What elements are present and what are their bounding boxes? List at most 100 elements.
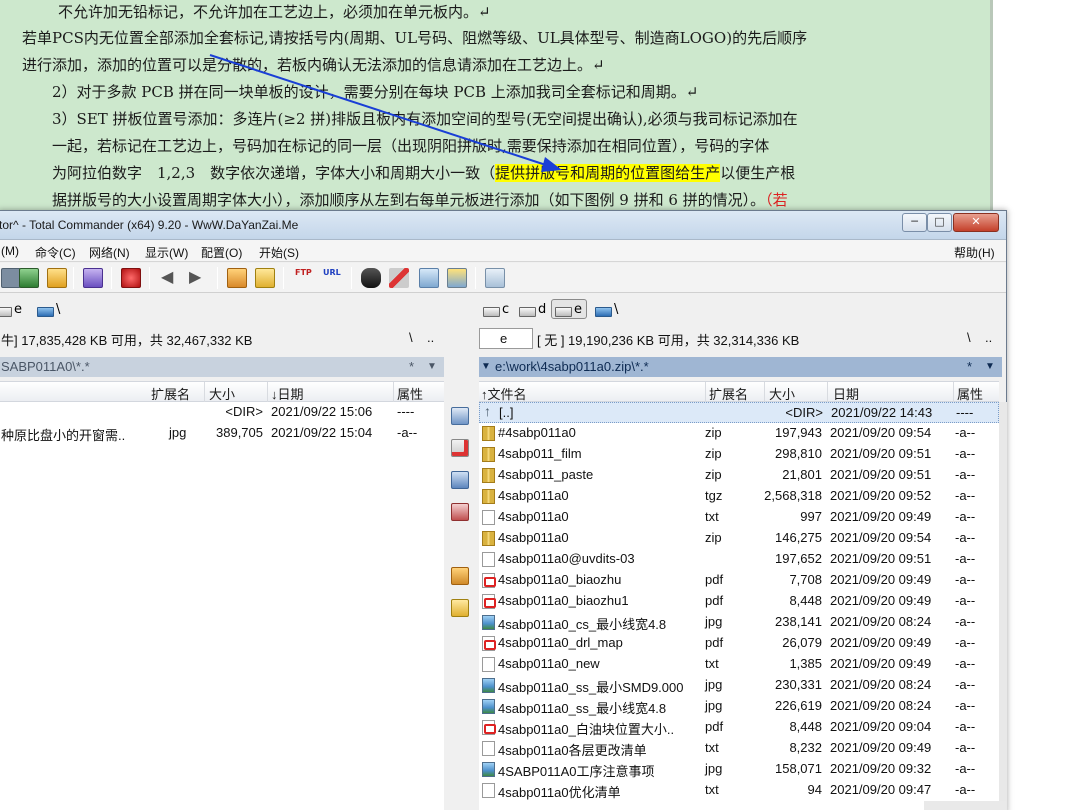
right-up-button[interactable]: .. (985, 330, 992, 345)
menu-mark[interactable]: (M) (1, 244, 19, 258)
search-icon[interactable] (361, 268, 381, 288)
file-ext: jpg (705, 698, 723, 713)
left-drive-e[interactable]: e (0, 299, 27, 319)
file-row[interactable]: 4SABP011A0工序注意事项 jpg 158,071 2021/09/20 09:… (479, 759, 999, 780)
file-attr: -a-- (955, 551, 976, 566)
left-path-bar[interactable]: SABP011A0\*.* * ▼ (0, 357, 444, 377)
right-header-attr[interactable]: 属性 (957, 384, 983, 403)
right-header-name[interactable]: ↑文件名 (481, 384, 527, 403)
sync-icon[interactable] (447, 268, 467, 288)
total-commander-window: tor^ - Total Commander (x64) 9.20 - WwW.… (0, 210, 1007, 810)
left-network-root[interactable]: \ (33, 299, 65, 319)
right-header-date[interactable]: 日期 (833, 384, 859, 403)
right-drive-combo[interactable]: e (479, 328, 533, 349)
right-root-button[interactable]: \ (967, 330, 971, 345)
forward-icon[interactable]: ▶ (189, 268, 209, 288)
copy-icon[interactable] (451, 471, 469, 489)
unpack-icon[interactable] (255, 268, 275, 288)
toolbar-separator (351, 267, 352, 289)
file-row[interactable]: 4sabp011a0 zip 146,275 2021/09/20 09:54 -a-- (479, 528, 999, 549)
right-header-size[interactable]: 大小 (769, 384, 795, 403)
left-header-attr[interactable]: 属性 (397, 384, 423, 403)
minimize-button[interactable]: ─ (902, 213, 927, 232)
refresh-icon[interactable] (1, 268, 21, 288)
ftp-icon[interactable]: FTP (295, 268, 315, 288)
menu-help[interactable]: 帮助(H) (954, 244, 995, 261)
select-icon[interactable] (121, 268, 141, 288)
menu-configuration[interactable]: 配置(O) (201, 244, 242, 261)
right-drive-d[interactable]: d (515, 299, 551, 319)
header-separator[interactable] (267, 382, 268, 402)
left-root-button[interactable]: \ (409, 330, 413, 345)
right-network-root[interactable]: \ (591, 299, 623, 319)
file-row[interactable]: 4sabp011a0_drl_map pdf 26,079 2021/09/20 09… (479, 633, 999, 654)
file-row[interactable]: 4sabp011a0_biaozhu1 pdf 8,448 2021/09/20 09… (479, 591, 999, 612)
header-separator[interactable] (953, 382, 954, 402)
up-file-icon (483, 403, 496, 421)
right-path-bar[interactable]: ▼ e:\work\4sabp011a0.zip\*.* * ▼ (479, 357, 1002, 377)
file-row[interactable]: <DIR> 2021/09/22 15:06 ---- (0, 402, 444, 423)
pack-icon[interactable] (227, 268, 247, 288)
file-row[interactable]: 4sabp011a0优化清单 txt 94 2021/09/20 09:47 -a-- (479, 780, 999, 801)
right-drive-e[interactable]: e (551, 299, 587, 319)
menu-start[interactable]: 开始(S) (259, 244, 299, 261)
file-row[interactable]: 4sabp011a0_ss_最小SMD9.000 jpg 230,331 2021/0… (479, 675, 999, 696)
new-folder-icon[interactable] (451, 599, 469, 617)
file-row[interactable]: 4sabp011a0@uvdits-03 197,652 2021/09/20 09… (479, 549, 999, 570)
left-header-date[interactable]: ↓日期 (271, 384, 304, 403)
file-row[interactable]: 4sabp011a0 txt 997 2021/09/20 09:49 -a-- (479, 507, 999, 528)
file-name: 4sabp011a0_白油块位置大小.. (498, 722, 675, 737)
file-row[interactable]: 4sabp011_paste zip 21,801 2021/09/20 09:51 -… (479, 465, 999, 486)
file-row[interactable]: 4sabp011a0_biaozhu pdf 7,708 2021/09/20 09:… (479, 570, 999, 591)
left-history-dropdown-icon[interactable]: ▼ (427, 357, 437, 376)
header-separator[interactable] (204, 382, 205, 402)
brief-view-icon[interactable] (19, 268, 39, 288)
file-row[interactable]: 种原比盘小的开窗需.. jpg 389,705 2021/09/22 15:04 -a-… (0, 423, 444, 444)
file-size: 158,071 (775, 761, 822, 776)
right-drive-c[interactable]: c (479, 299, 514, 319)
header-separator[interactable] (393, 382, 394, 402)
file-row[interactable]: 4sabp011a0 tgz 2,568,318 2021/09/20 09:52 -a… (479, 486, 999, 507)
file-row[interactable]: 4sabp011a0_白油块位置大小.. pdf 8,448 2021/09/20 0… (479, 717, 999, 738)
menu-network[interactable]: 网络(N) (89, 244, 130, 261)
move-icon[interactable] (451, 503, 469, 521)
url-icon[interactable]: URL (323, 268, 343, 288)
rename-icon[interactable] (389, 268, 409, 288)
left-up-button[interactable]: .. (427, 330, 434, 345)
parent-dir-row[interactable]: [..] <DIR> 2021/09/22 14:43 ---- (479, 402, 999, 423)
view-icon[interactable] (451, 407, 469, 425)
txt-file-icon (482, 552, 495, 567)
file-row[interactable]: 4sabp011a0_ss_最小线宽4.8 jpg 226,619 2021/09/2… (479, 696, 999, 717)
file-row[interactable]: 4sabp011_film zip 298,810 2021/09/20 09:51 -… (479, 444, 999, 465)
right-file-list[interactable]: [..] <DIR> 2021/09/22 14:43 ---- #4sabp011a0… (479, 402, 999, 810)
left-header-size[interactable]: 大小 (209, 384, 235, 403)
notepad-icon[interactable] (485, 268, 505, 288)
right-header-ext[interactable]: 扩展名 (709, 384, 748, 403)
file-row[interactable]: 4sabp011a0各层更改清单 txt 8,232 2021/09/20 09:49… (479, 738, 999, 759)
menu-commands[interactable]: 命令(C) (35, 244, 76, 261)
header-separator[interactable] (764, 382, 765, 402)
right-filter-dropdown-icon[interactable]: ▼ (985, 357, 995, 376)
close-button[interactable]: ✕ (953, 213, 999, 232)
toolbar-separator (111, 267, 112, 289)
right-history-dropdown-icon[interactable]: ▼ (481, 357, 491, 376)
right-scrollbar[interactable] (999, 402, 1007, 810)
left-column-header: 扩展名 大小 ↓日期 属性 (0, 381, 444, 402)
file-row[interactable]: 4sabp011a0_new txt 1,385 2021/09/20 09:49 -a… (479, 654, 999, 675)
tree-view-icon[interactable] (47, 268, 67, 288)
title-bar[interactable]: tor^ - Total Commander (x64) 9.20 - WwW.… (0, 211, 1006, 240)
header-separator[interactable] (827, 382, 828, 402)
pack-files-icon[interactable] (451, 567, 469, 585)
file-row[interactable]: #4sabp011a0 zip 197,943 2021/09/20 09:54 -a-… (479, 423, 999, 444)
sync-dirs-icon[interactable] (83, 268, 103, 288)
edit-icon[interactable] (451, 439, 469, 457)
header-separator[interactable] (705, 382, 706, 402)
compare-icon[interactable] (419, 268, 439, 288)
file-row[interactable]: 4sabp011a0_cs_最小线宽4.8 jpg 238,141 2021/09/2… (479, 612, 999, 633)
left-file-list[interactable]: <DIR> 2021/09/22 15:06 ---- 种原比盘小的开窗需.. jpg 3… (0, 402, 444, 810)
menu-show[interactable]: 显示(W) (145, 244, 188, 261)
left-header-ext[interactable]: 扩展名 (151, 384, 190, 403)
zip-file-icon (482, 531, 495, 546)
maximize-button[interactable]: □ (927, 213, 952, 232)
back-icon[interactable]: ◀ (161, 268, 181, 288)
